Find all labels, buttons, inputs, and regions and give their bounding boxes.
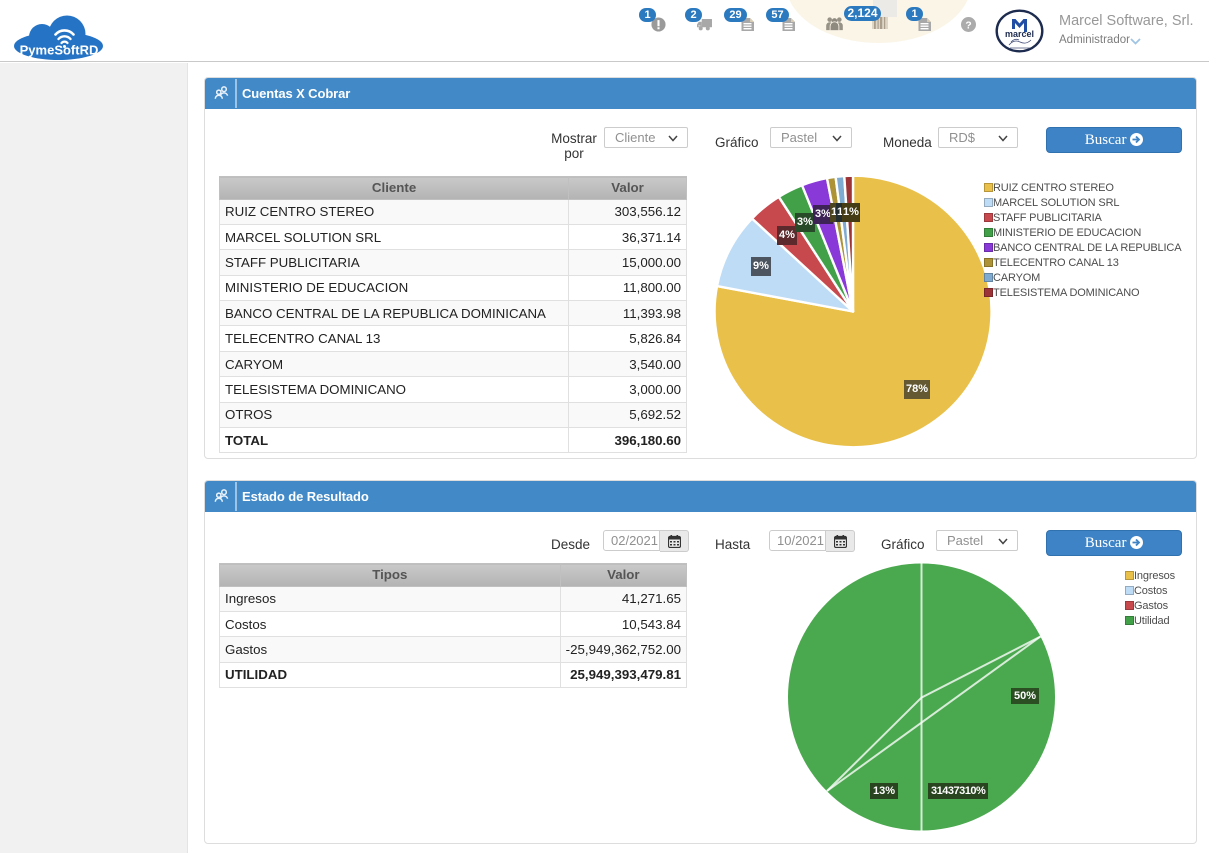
svg-text:?: ? — [965, 20, 971, 31]
svg-text:PymeSoftRD: PymeSoftRD — [20, 43, 99, 58]
svg-text:marcel: marcel — [1005, 29, 1034, 39]
